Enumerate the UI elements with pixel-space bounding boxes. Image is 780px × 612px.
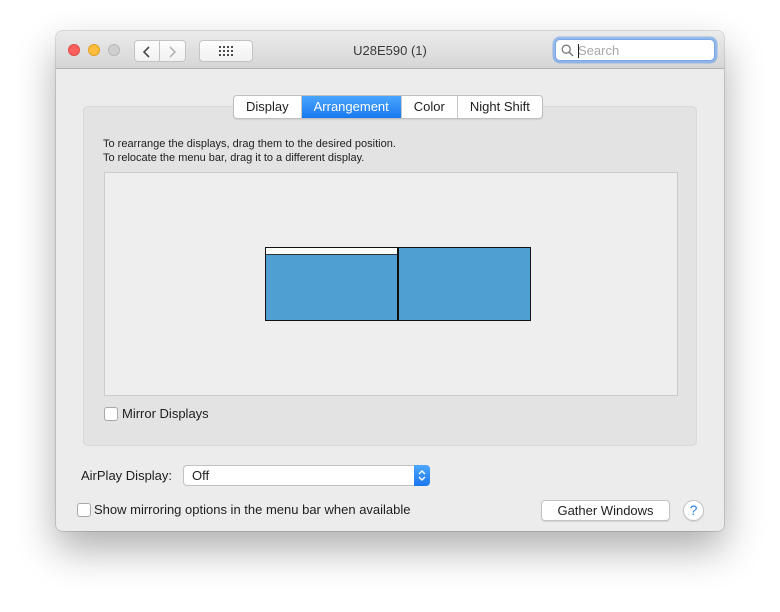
display-arrangement-area [104, 172, 678, 396]
help-button[interactable]: ? [683, 500, 704, 521]
display-secondary[interactable] [398, 247, 531, 321]
system-preferences-window: U28E590 (1) Display Arrangement Color Ni… [56, 31, 724, 531]
instruction-line-1: To rearrange the displays, drag them to … [103, 138, 396, 150]
airplay-display-select[interactable]: Off [183, 465, 430, 486]
gather-windows-button[interactable]: Gather Windows [541, 500, 670, 521]
mirror-displays-checkbox[interactable] [104, 407, 118, 421]
search-field[interactable] [555, 39, 715, 61]
text-cursor [578, 44, 579, 58]
tab-color[interactable]: Color [402, 96, 458, 118]
search-input[interactable] [578, 42, 708, 58]
menu-bar-handle[interactable] [266, 248, 397, 255]
show-mirroring-checkbox[interactable] [77, 503, 91, 517]
display-primary[interactable] [265, 247, 398, 321]
instruction-line-2: To relocate the menu bar, drag it to a d… [103, 152, 365, 164]
show-mirroring-label: Show mirroring options in the menu bar w… [94, 502, 411, 517]
updown-chevron-icon [414, 465, 430, 486]
mirror-displays-label: Mirror Displays [122, 406, 209, 421]
title-bar[interactable]: U28E590 (1) [56, 31, 724, 69]
airplay-display-value: Off [192, 468, 210, 483]
tab-bar: Display Arrangement Color Night Shift [233, 95, 543, 119]
tab-display[interactable]: Display [234, 96, 302, 118]
tab-night-shift[interactable]: Night Shift [458, 96, 542, 118]
tab-arrangement[interactable]: Arrangement [301, 96, 402, 118]
search-icon [561, 44, 574, 57]
airplay-display-label: AirPlay Display: [81, 468, 173, 483]
